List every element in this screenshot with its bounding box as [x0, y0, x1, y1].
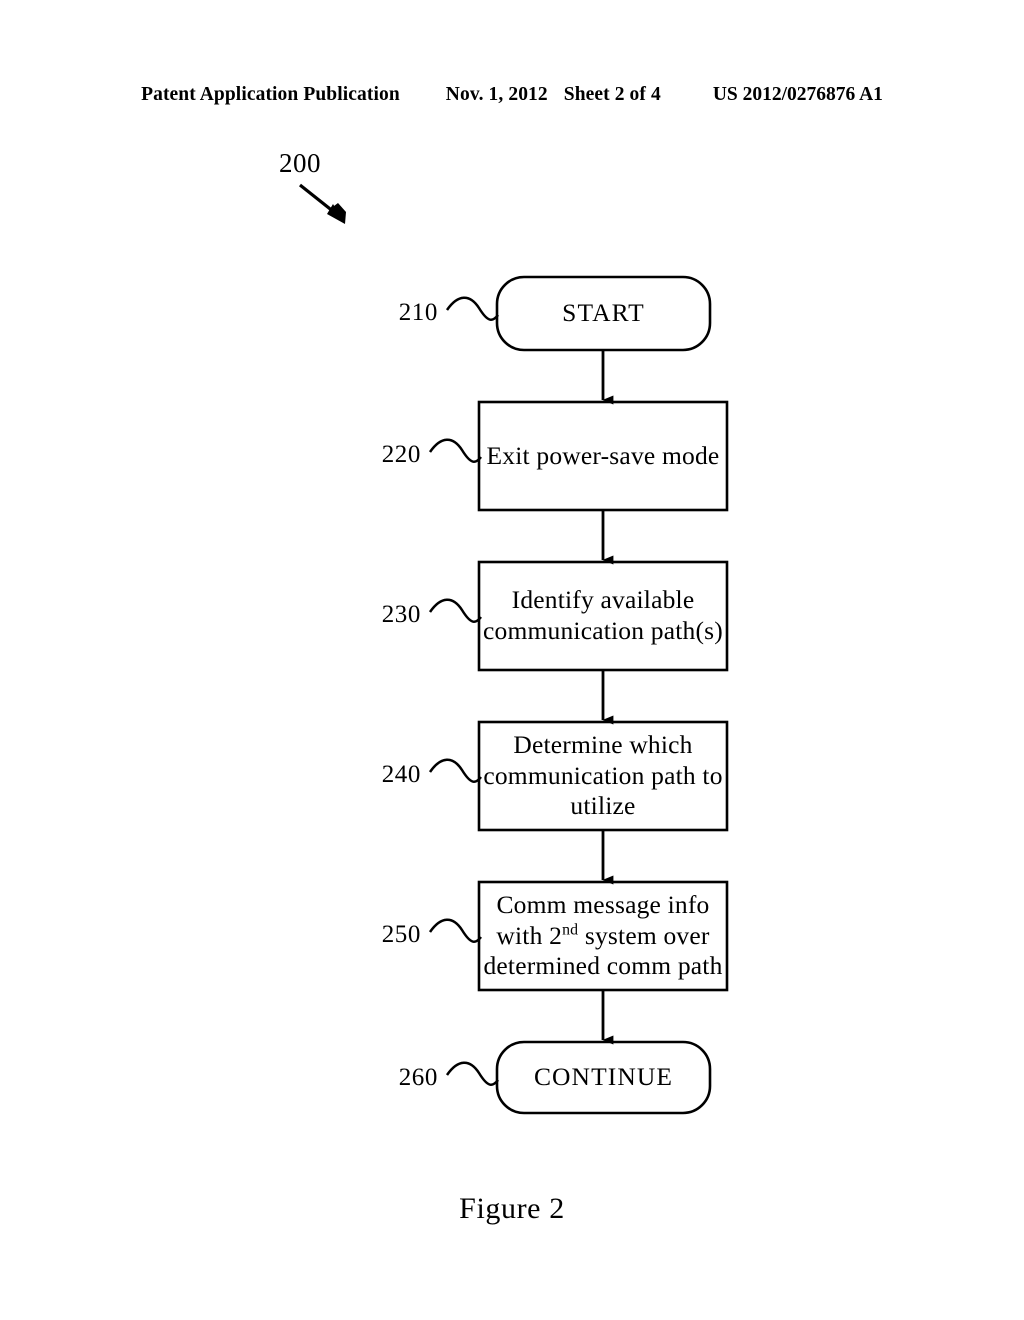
node-240-shape	[477, 720, 729, 832]
leader-line-250	[428, 918, 482, 943]
leader-line-210	[445, 296, 499, 321]
leader-line-260	[445, 1061, 499, 1086]
figure-lead-arrow	[299, 183, 346, 224]
node-250-shape	[477, 880, 729, 992]
node-start-shape	[495, 275, 712, 352]
figure-2-flowchart: 200 210 220 230 240 250 260 START Exit p…	[0, 0, 1024, 1320]
leader-line-240	[428, 758, 482, 783]
leader-line-230	[428, 598, 482, 623]
figure-lead-label: 200	[279, 148, 321, 178]
leader-line-220	[428, 438, 482, 463]
node-230-shape	[477, 560, 729, 672]
figure-caption: Figure 2	[459, 1192, 565, 1225]
node-continue-shape	[495, 1040, 712, 1115]
node-220-shape	[477, 400, 729, 512]
flowchart-graphics	[299, 183, 729, 1115]
